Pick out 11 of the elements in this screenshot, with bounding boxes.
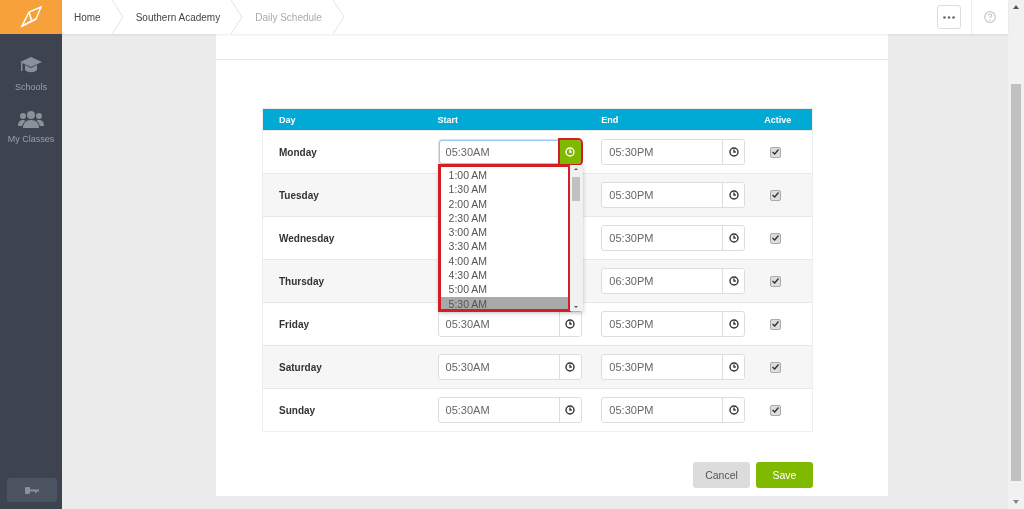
day-label: Thursday [279, 275, 324, 287]
day-label: Saturday [279, 361, 322, 373]
column-header: Day [279, 114, 296, 125]
day-label: Friday [279, 318, 309, 330]
column-header: Active [764, 114, 792, 125]
day-label: Sunday [279, 404, 316, 416]
day-label: Monday [279, 146, 317, 158]
day-label: Wednesday [279, 232, 335, 244]
day-label: Tuesday [279, 189, 319, 201]
column-header: Start [437, 114, 459, 125]
column-header: End [601, 114, 619, 125]
